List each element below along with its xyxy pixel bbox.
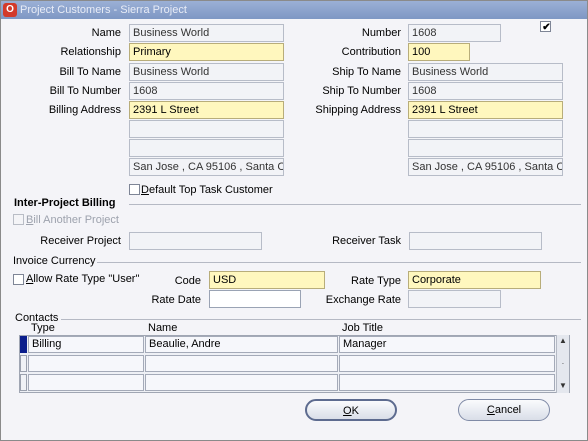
contact-type-cell[interactable] bbox=[28, 374, 144, 391]
code-label: Code bbox=[174, 275, 201, 287]
relationship-label: Relationship bbox=[60, 46, 121, 58]
receiver-task-field[interactable] bbox=[409, 232, 542, 250]
row-selector[interactable] bbox=[20, 355, 27, 372]
shipping-address-line-3[interactable] bbox=[408, 139, 563, 157]
scroll-down-arrow-icon[interactable]: ▼ bbox=[557, 381, 569, 391]
contribution-label: Contribution bbox=[341, 46, 401, 58]
scroll-up-arrow-icon[interactable]: ▲ bbox=[557, 336, 569, 346]
bill-another-project-checkbox[interactable] bbox=[13, 214, 24, 225]
rate-date-label: Rate Date bbox=[151, 294, 201, 306]
contact-type-cell[interactable]: Billing bbox=[28, 336, 144, 353]
column-header-type: Type bbox=[31, 322, 55, 334]
bill-another-project-label: Bill Another Project bbox=[26, 214, 119, 226]
contact-name-cell[interactable] bbox=[145, 374, 338, 391]
title-bar: O Project Customers - Sierra Project bbox=[1, 1, 587, 19]
row-selector[interactable] bbox=[20, 374, 27, 391]
section-divider bbox=[129, 204, 581, 205]
scroll-thumb[interactable]: · bbox=[557, 359, 569, 369]
exchange-rate-label: Exchange Rate bbox=[325, 294, 401, 306]
billing-address-label: Billing Address bbox=[48, 104, 121, 116]
oracle-app-icon: O bbox=[3, 3, 17, 17]
column-header-name: Name bbox=[148, 322, 178, 334]
billing-address-line-4[interactable]: San Jose , CA 95106 , Santa Cla bbox=[129, 158, 284, 176]
shipping-address-line-2[interactable] bbox=[408, 120, 563, 138]
contact-name-cell[interactable]: Beaulie, Andre bbox=[145, 336, 338, 353]
shipping-address-line-4[interactable]: San Jose , CA 95106 , Santa Cla bbox=[408, 158, 563, 176]
shipping-address-label: Shipping Address bbox=[315, 104, 401, 116]
ship-to-number-label: Ship To Number bbox=[322, 85, 401, 97]
contact-job-title-cell[interactable]: Manager bbox=[339, 336, 555, 353]
window-title: Project Customers - Sierra Project bbox=[20, 4, 187, 16]
header-checkbox[interactable]: ✔ bbox=[540, 21, 551, 33]
receiver-project-field[interactable] bbox=[129, 232, 262, 250]
bill-to-number-field[interactable]: 1608 bbox=[129, 82, 284, 100]
rate-type-field[interactable]: Corporate bbox=[408, 271, 541, 289]
relationship-field[interactable]: Primary bbox=[129, 43, 284, 61]
ok-button[interactable]: OK bbox=[305, 399, 397, 421]
bill-to-name-label: Bill To Name bbox=[59, 66, 121, 78]
section-divider bbox=[61, 319, 581, 320]
default-top-task-checkbox[interactable] bbox=[129, 184, 140, 195]
ship-to-name-field[interactable]: Business World bbox=[408, 63, 563, 81]
billing-address-line-2[interactable] bbox=[129, 120, 284, 138]
allow-rate-type-user-checkbox[interactable] bbox=[13, 274, 24, 285]
contribution-field[interactable]: 100 bbox=[408, 43, 470, 61]
inter-project-billing-heading: Inter-Project Billing bbox=[14, 197, 116, 209]
ship-to-name-label: Ship To Name bbox=[332, 66, 401, 78]
default-top-task-label: Default Top Task Customer bbox=[141, 184, 273, 196]
ship-to-number-field[interactable]: 1608 bbox=[408, 82, 563, 100]
contact-job-title-cell[interactable] bbox=[339, 355, 555, 372]
contact-name-cell[interactable] bbox=[145, 355, 338, 372]
allow-rate-type-user-label: Allow Rate Type "User" bbox=[26, 273, 140, 285]
number-label: Number bbox=[361, 27, 401, 39]
receiver-project-label: Receiver Project bbox=[40, 235, 121, 247]
project-customers-window: O Project Customers - Sierra Project ✔ N… bbox=[0, 0, 588, 441]
invoice-currency-heading: Invoice Currency bbox=[13, 255, 96, 267]
section-divider bbox=[97, 262, 581, 263]
rate-date-field[interactable] bbox=[209, 290, 301, 308]
checkmark-icon: ✔ bbox=[542, 22, 551, 33]
bill-to-number-label: Bill To Number bbox=[49, 85, 121, 97]
contacts-scrollbar[interactable]: ▲ · ▼ bbox=[556, 335, 569, 393]
rate-type-label: Rate Type bbox=[351, 275, 401, 287]
column-header-job-title: Job Title bbox=[342, 322, 383, 334]
contact-type-cell[interactable] bbox=[28, 355, 144, 372]
contact-job-title-cell[interactable] bbox=[339, 374, 555, 391]
row-selector-active[interactable] bbox=[20, 336, 27, 353]
cancel-button[interactable]: Cancel bbox=[458, 399, 550, 421]
billing-address-line-3[interactable] bbox=[129, 139, 284, 157]
billing-address-line-1[interactable]: 2391 L Street bbox=[129, 101, 284, 119]
exchange-rate-field[interactable] bbox=[408, 290, 501, 308]
number-field[interactable]: 1608 bbox=[408, 24, 501, 42]
receiver-task-label: Receiver Task bbox=[332, 235, 401, 247]
shipping-address-line-1[interactable]: 2391 L Street bbox=[408, 101, 563, 119]
bill-to-name-field[interactable]: Business World bbox=[129, 63, 284, 81]
name-label: Name bbox=[91, 27, 121, 39]
name-field[interactable]: Business World bbox=[129, 24, 284, 42]
